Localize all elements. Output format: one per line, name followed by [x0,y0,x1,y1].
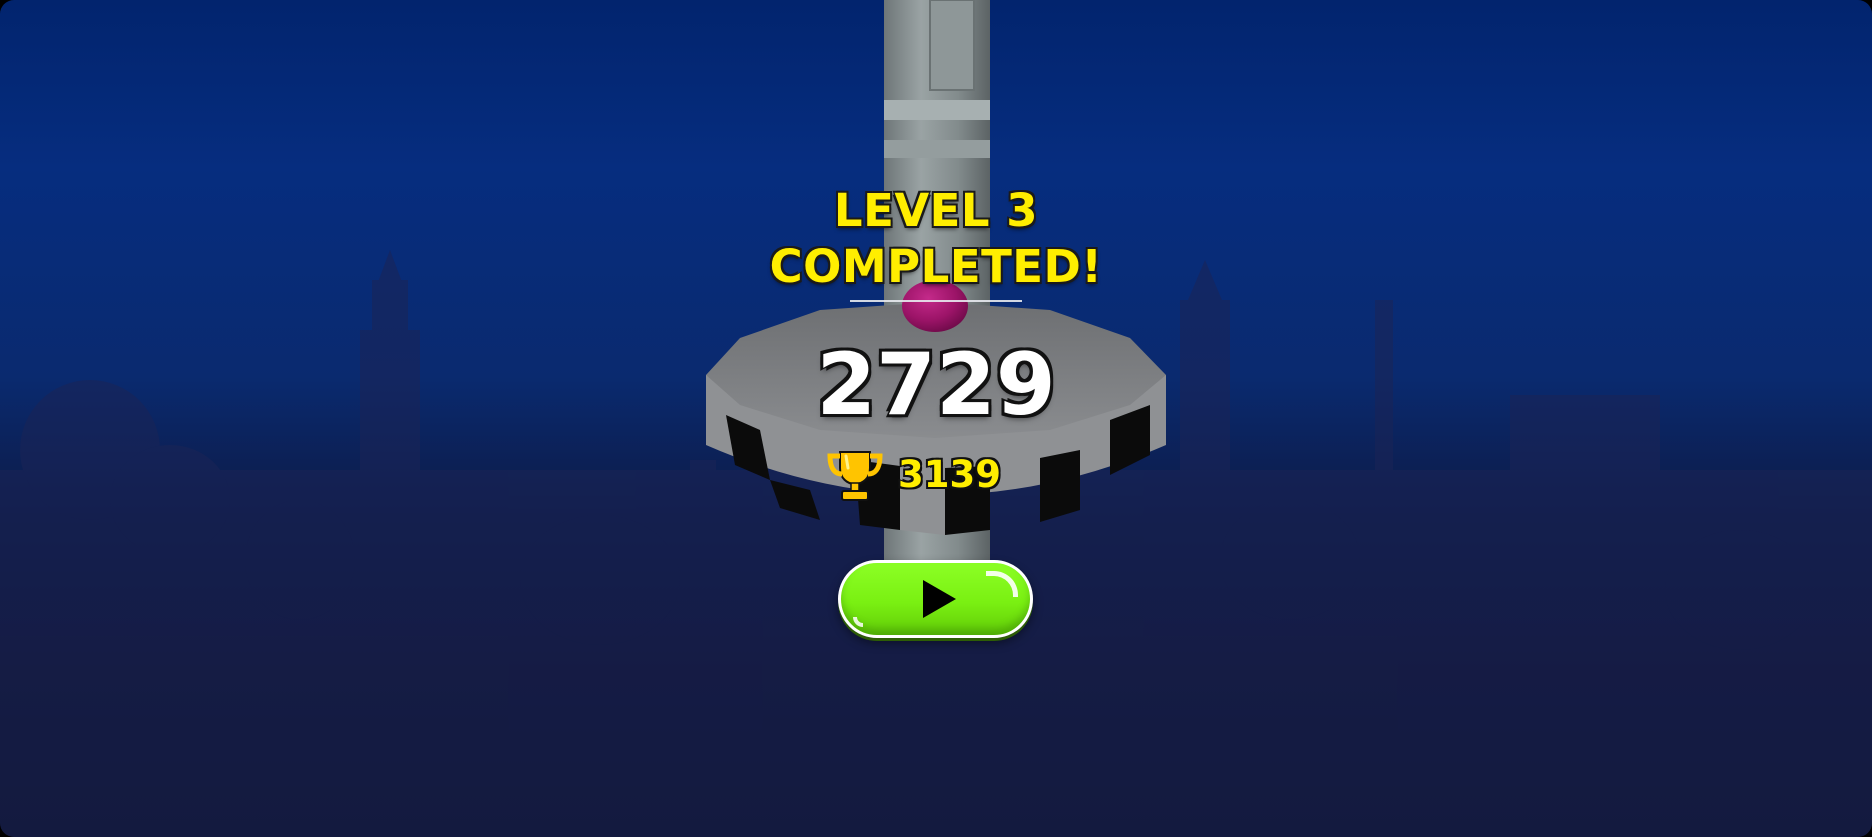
best-score-row: 3139 [826,446,1001,504]
title-underline [850,300,1022,302]
play-button-shine [986,571,1018,597]
level-title-line-1: LEVEL 3 [833,184,1039,237]
best-score-value: 3139 [898,453,1001,496]
score-value: 2729 [816,335,1056,435]
game-viewport[interactable]: LEVEL 3 COMPLETED! 2729 3139 [0,0,1872,837]
play-button[interactable] [838,560,1033,638]
level-title-line-2: COMPLETED! [769,240,1103,293]
play-button-shine-small [853,617,863,627]
trophy-icon [827,451,883,501]
play-icon [923,580,956,618]
